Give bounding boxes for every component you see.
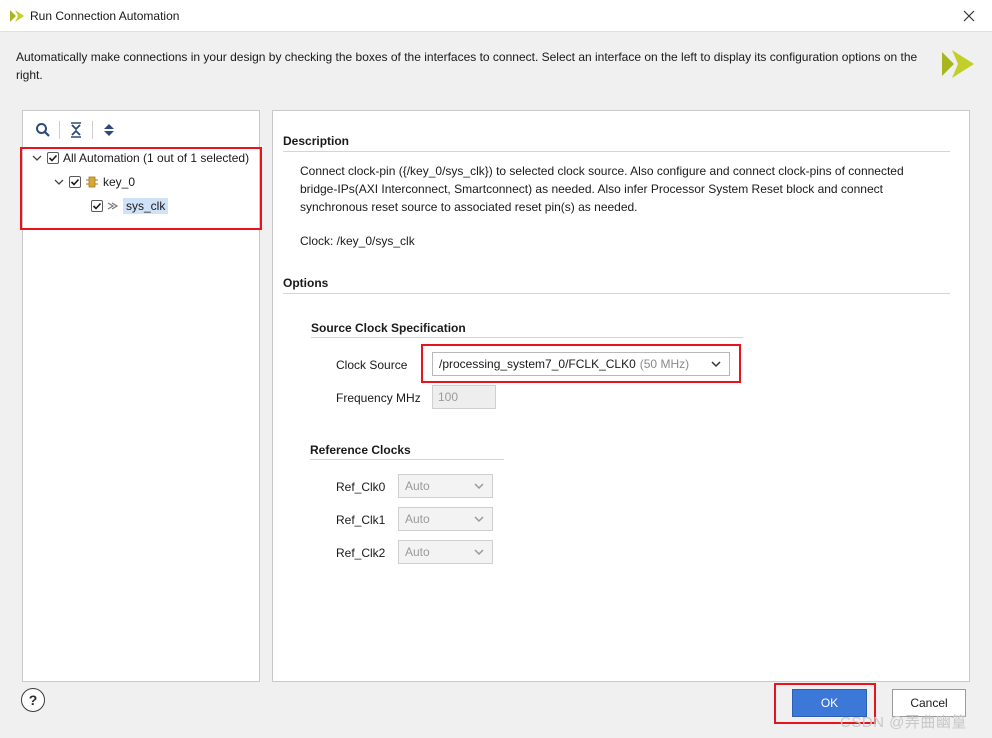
ref-clk1-value: Auto — [405, 512, 430, 526]
tree-item-all-automation[interactable]: All Automation (1 out of 1 selected) — [31, 148, 249, 168]
close-button[interactable] — [946, 0, 992, 31]
chevron-down-icon — [474, 549, 484, 556]
checkbox-all-automation[interactable] — [47, 152, 59, 164]
search-icon — [36, 123, 50, 137]
description-title: Description — [283, 134, 350, 148]
clock-source-frequency: (50 MHz) — [639, 357, 690, 371]
checkbox-key-0[interactable] — [69, 176, 81, 188]
tree-item-key-0[interactable]: key_0 — [53, 172, 135, 192]
chevron-down-icon — [711, 361, 721, 368]
check-icon — [70, 178, 80, 186]
search-button[interactable] — [33, 120, 53, 140]
ref-clk2-label: Ref_Clk2 — [336, 546, 386, 560]
interface-tree-panel: All Automation (1 out of 1 selected) key… — [22, 110, 260, 682]
vivado-logo-icon — [942, 50, 974, 78]
close-icon — [963, 10, 975, 21]
intro-text: Automatically make connections in your d… — [16, 50, 918, 82]
help-button[interactable]: ? — [21, 688, 45, 712]
section-divider — [311, 337, 743, 338]
ref-clk2-select[interactable]: Auto — [398, 540, 493, 564]
clock-path-text: Clock: /key_0/sys_clk — [300, 234, 415, 248]
ref-clk0-select[interactable]: Auto — [398, 474, 493, 498]
vivado-logo-icon — [10, 10, 24, 22]
check-icon — [48, 154, 58, 162]
ref-clk2-value: Auto — [405, 545, 430, 559]
checkbox-sys-clk[interactable] — [91, 200, 103, 212]
options-title: Options — [283, 276, 329, 290]
ip-block-icon — [86, 176, 98, 188]
ref-clk0-label: Ref_Clk0 — [336, 480, 386, 494]
ref-clk0-value: Auto — [405, 479, 430, 493]
clock-pin-icon — [107, 202, 119, 210]
reference-clocks-title: Reference Clocks — [310, 443, 411, 457]
window-title: Run Connection Automation — [30, 9, 180, 23]
clock-source-value: /processing_system7_0/FCLK_CLK0 — [439, 357, 636, 371]
toolbar-divider — [59, 121, 60, 139]
toolbar-divider — [92, 121, 93, 139]
tree-toolbar — [33, 120, 119, 140]
frequency-label: Frequency MHz — [336, 391, 421, 405]
source-clock-spec-title: Source Clock Specification — [311, 321, 466, 335]
watermark-text: CSDN @弄曲幽篁 — [840, 714, 967, 731]
chevron-down-icon — [474, 516, 484, 523]
tree-label-all-automation: All Automation (1 out of 1 selected) — [63, 151, 250, 165]
check-icon — [92, 202, 102, 210]
collapse-all-icon — [71, 122, 81, 138]
clock-source-select[interactable]: /processing_system7_0/FCLK_CLK0 (50 MHz) — [432, 352, 730, 376]
chevron-down-icon — [474, 483, 484, 490]
ref-clk1-select[interactable]: Auto — [398, 507, 493, 531]
collapse-all-button[interactable] — [66, 120, 86, 140]
title-bar: Run Connection Automation — [0, 0, 992, 32]
chevron-down-icon[interactable] — [53, 176, 65, 188]
section-divider — [310, 459, 504, 460]
tree-label-key-0: key_0 — [103, 175, 136, 189]
ref-clk1-label: Ref_Clk1 — [336, 513, 386, 527]
expand-all-icon — [104, 124, 114, 136]
tree-label-sys-clk: sys_clk — [123, 198, 169, 214]
section-divider — [283, 293, 950, 294]
description-text: Connect clock-pin ({/key_0/sys_clk}) to … — [300, 164, 904, 214]
tree-item-sys-clk[interactable]: sys_clk — [91, 196, 169, 216]
chevron-down-icon[interactable] — [31, 152, 43, 164]
clock-source-label: Clock Source — [336, 358, 408, 372]
configuration-panel: Description Connect clock-pin ({/key_0/s… — [272, 110, 970, 682]
expand-all-button[interactable] — [99, 120, 119, 140]
frequency-input[interactable]: 100 — [432, 385, 496, 409]
section-divider — [283, 151, 950, 152]
